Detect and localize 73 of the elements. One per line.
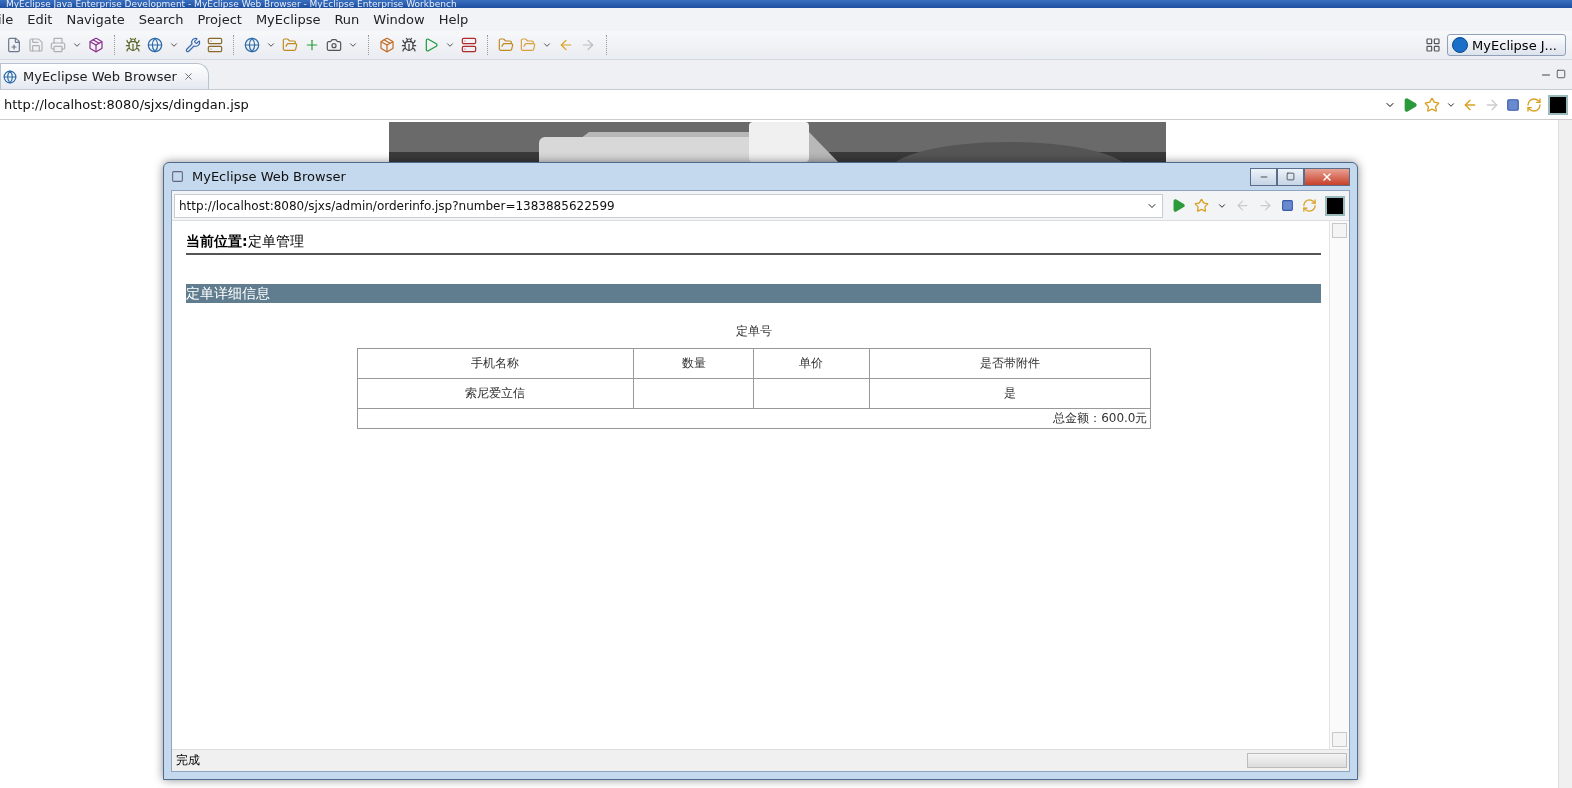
- perspective-logo-icon: [1452, 37, 1469, 53]
- go-icon[interactable]: [1402, 96, 1418, 113]
- close-button[interactable]: [1304, 167, 1350, 186]
- wrench-icon[interactable]: [185, 37, 201, 53]
- order-number-label: 定单号: [734, 323, 773, 340]
- open-folder-icon[interactable]: [498, 37, 514, 53]
- caret-icon[interactable]: [445, 40, 455, 50]
- maximize-icon[interactable]: [1556, 68, 1566, 79]
- back-icon[interactable]: [558, 37, 574, 53]
- folder-icon[interactable]: [282, 37, 298, 53]
- editor-tab[interactable]: MyEclipse Web Browser: [0, 63, 209, 89]
- folder-icon[interactable]: [520, 37, 536, 53]
- globe-icon: [3, 69, 17, 84]
- window-icon: [171, 170, 184, 183]
- section-header: 定单详细信息: [186, 284, 1321, 303]
- refresh-icon[interactable]: [1526, 96, 1542, 113]
- close-icon: [1321, 170, 1333, 183]
- column-header: 是否带附件: [869, 348, 1150, 379]
- menu-item[interactable]: Edit: [27, 12, 53, 27]
- globe-icon[interactable]: [147, 37, 163, 53]
- new-file-icon[interactable]: [6, 37, 22, 53]
- square-icon[interactable]: [1548, 94, 1568, 115]
- star-icon[interactable]: [1194, 198, 1209, 213]
- maximize-icon: [1286, 172, 1295, 181]
- star-icon[interactable]: [1424, 96, 1440, 113]
- column-header: 数量: [633, 348, 754, 379]
- server-icon[interactable]: [207, 37, 223, 53]
- table-cell: 是: [869, 378, 1150, 409]
- menu-item[interactable]: MyEclipse: [255, 12, 321, 27]
- square-icon[interactable]: [1325, 195, 1345, 216]
- caret-icon[interactable]: [542, 40, 552, 50]
- run-icon[interactable]: [423, 37, 439, 53]
- caret-icon[interactable]: [266, 40, 276, 50]
- go-icon[interactable]: [1171, 198, 1186, 213]
- table-cell: 索尼爱立信: [357, 378, 634, 409]
- popup-title: MyEclipse Web Browser: [192, 169, 346, 184]
- print-icon[interactable]: [50, 37, 66, 53]
- maximize-button[interactable]: [1277, 167, 1304, 186]
- minimize-button[interactable]: [1250, 167, 1277, 186]
- scrollbar[interactable]: [1558, 120, 1572, 788]
- camera-icon[interactable]: [326, 37, 342, 53]
- caret-icon[interactable]: [169, 40, 179, 50]
- menu-item[interactable]: Navigate: [66, 12, 125, 27]
- menu-item[interactable]: ile: [0, 12, 14, 27]
- menu-item[interactable]: Help: [438, 12, 469, 27]
- url-field[interactable]: http://localhost:8080/sjxs/admin/orderinfo.jsp?number=1383885622599: [174, 193, 1163, 218]
- server-icon[interactable]: [461, 37, 477, 53]
- package-icon[interactable]: [88, 37, 104, 53]
- scrollbar[interactable]: [1329, 221, 1349, 749]
- perspective-button[interactable]: MyEclipse J...: [1447, 34, 1566, 56]
- menu-item[interactable]: Search: [138, 12, 184, 27]
- column-header: 手机名称: [357, 348, 634, 379]
- stop-icon[interactable]: [1506, 97, 1520, 112]
- bug-icon[interactable]: [125, 37, 141, 53]
- caret-icon[interactable]: [348, 40, 358, 50]
- caret-icon[interactable]: [72, 40, 82, 50]
- breadcrumb: 当前位置:定单管理: [186, 233, 1321, 255]
- save-icon[interactable]: [28, 37, 44, 53]
- menu-item[interactable]: Run: [334, 12, 360, 27]
- add-icon[interactable]: [304, 37, 320, 53]
- window-title: MyEclipse Java Enterprise Development - MyEclipse Web Browser - MyEclipse Enterprise Workbench: [0, 0, 1572, 8]
- total-amount: 总金额：600.0元: [357, 408, 1150, 429]
- column-header: 单价: [753, 348, 870, 379]
- menu-item[interactable]: Project: [197, 12, 242, 27]
- status-text: 完成: [176, 752, 200, 769]
- stop-icon[interactable]: [1281, 199, 1294, 212]
- refresh-icon[interactable]: [1302, 198, 1317, 213]
- globe-icon[interactable]: [244, 37, 260, 53]
- debug-icon[interactable]: [401, 37, 417, 53]
- address-field[interactable]: http://localhost:8080/sjxs/dingdan.jsp: [4, 92, 1378, 117]
- package-icon[interactable]: [379, 37, 395, 53]
- menu-item[interactable]: Window: [373, 12, 425, 27]
- close-icon[interactable]: [182, 71, 194, 82]
